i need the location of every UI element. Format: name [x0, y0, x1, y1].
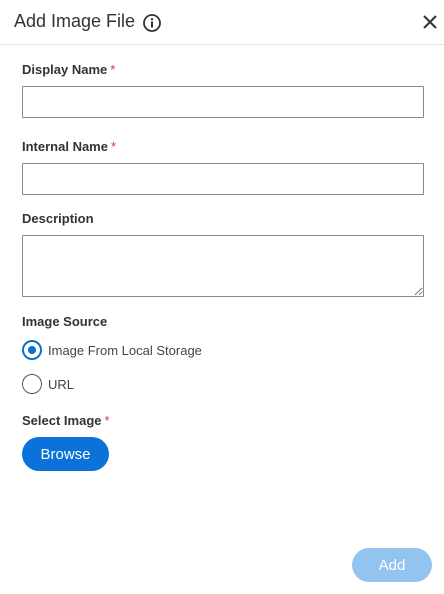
image-source-label-text: Image Source: [22, 314, 108, 329]
display-name-label-text: Display Name: [22, 62, 108, 77]
add-button[interactable]: Add: [352, 548, 432, 582]
description-label: Description: [22, 211, 94, 227]
close-icon[interactable]: [420, 12, 440, 32]
internal-name-label: Internal Name *: [22, 139, 116, 155]
radio-button-local-storage[interactable]: [22, 340, 42, 360]
image-source-label: Image Source: [22, 314, 107, 330]
radio-label-url: URL: [48, 376, 75, 392]
display-name-input[interactable]: [22, 86, 424, 118]
browse-button[interactable]: Browse: [22, 437, 109, 471]
dialog-header: Add Image File: [0, 0, 444, 45]
radio-option-url[interactable]: URL: [22, 374, 74, 394]
radio-button-url[interactable]: [22, 374, 42, 394]
select-image-label: Select Image *: [22, 413, 110, 429]
select-image-label-text: Select Image: [22, 413, 102, 428]
radio-label-local-storage: Image From Local Storage: [48, 342, 202, 358]
description-label-text: Description: [22, 211, 94, 226]
info-circle-icon[interactable]: [142, 13, 162, 33]
add-image-file-dialog: Add Image File Display Name * Internal Na…: [0, 0, 444, 594]
internal-name-input[interactable]: [22, 163, 424, 195]
required-mark: *: [110, 139, 117, 154]
radio-option-local-storage[interactable]: Image From Local Storage: [22, 340, 202, 360]
required-mark: *: [110, 62, 116, 77]
description-textarea[interactable]: [22, 235, 424, 297]
required-mark: *: [104, 413, 110, 428]
internal-name-label-text: Internal Name: [22, 139, 108, 154]
display-name-label: Display Name *: [22, 62, 115, 78]
dialog-title: Add Image File: [14, 11, 136, 31]
